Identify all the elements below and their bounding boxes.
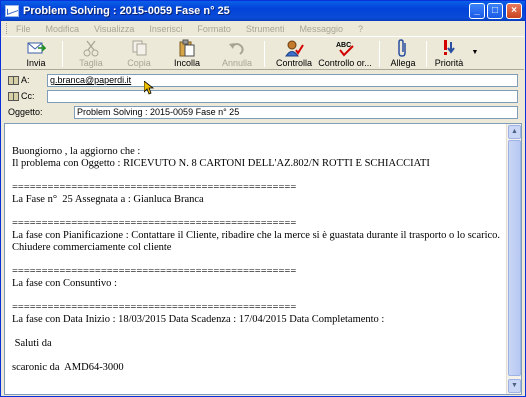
body-line: La fase con Consuntivo : (12, 278, 117, 289)
menu-messaggio[interactable]: Messaggio (299, 24, 343, 34)
subject-row: Oggetto: Problem Solving : 2015-0059 Fas… (2, 105, 524, 119)
body-line: Il problema con Oggetto : RICEVUTO N. 8 … (12, 158, 430, 169)
menu-inserisci[interactable]: Inserisci (149, 24, 182, 34)
send-icon (26, 39, 47, 57)
address-book-icon (8, 91, 19, 101)
minimize-button[interactable]: _ (469, 3, 485, 19)
scroll-thumb[interactable] (508, 140, 521, 376)
body-line (12, 170, 502, 182)
body-line: ========================================… (12, 182, 297, 193)
body-line (12, 326, 502, 338)
paste-button[interactable]: Incolla (170, 39, 204, 69)
priority-dropdown[interactable]: ▼ (470, 39, 480, 69)
subject-field[interactable]: Problem Solving : 2015-0059 Fase n° 25 (74, 106, 518, 119)
cut-button[interactable]: Taglia (74, 39, 108, 69)
cc-row: Cc: (2, 89, 524, 103)
mail-icon (5, 5, 19, 17)
body-line: ========================================… (12, 266, 297, 277)
to-label[interactable]: A: (8, 75, 30, 85)
maximize-button[interactable]: □ (487, 3, 503, 19)
priority-button[interactable]: Priorità (432, 39, 466, 69)
body-line: La Fase n° 25 Assegnata a : Gianluca Bra… (12, 194, 204, 205)
message-body[interactable]: Buongiorno , la aggiorno che : Il problem… (4, 123, 522, 395)
body-line (12, 290, 502, 302)
vertical-scrollbar[interactable]: ▲ ▼ (506, 124, 521, 394)
to-field[interactable]: g.branca@paperdi.it (47, 74, 518, 87)
menu-formato[interactable]: Formato (197, 24, 231, 34)
copy-icon (129, 39, 149, 57)
compose-window: Problem Solving : 2015-0059 Fase n° 25 _… (0, 0, 526, 397)
menu-bar: File Modifica Visualizza Inserisci Forma… (2, 21, 524, 36)
to-row: A: g.branca@paperdi.it (2, 73, 524, 87)
menu-help[interactable]: ? (358, 24, 363, 34)
send-button[interactable]: Invia (16, 39, 56, 69)
body-line: ========================================… (12, 218, 297, 229)
menu-modifica[interactable]: Modifica (46, 24, 80, 34)
menu-visualizza[interactable]: Visualizza (94, 24, 134, 34)
scroll-down-icon[interactable]: ▼ (508, 379, 521, 393)
menu-grip (6, 23, 9, 34)
title-bar[interactable]: Problem Solving : 2015-0059 Fase n° 25 _… (1, 1, 525, 21)
scissors-icon (81, 39, 101, 57)
message-text: Buongiorno , la aggiorno che : Il problem… (12, 146, 502, 374)
scroll-up-icon[interactable]: ▲ (508, 125, 521, 139)
subject-label: Oggetto: (8, 107, 43, 117)
body-line (12, 206, 502, 218)
undo-icon (227, 39, 247, 57)
body-line (12, 350, 502, 362)
cc-field[interactable] (47, 90, 518, 103)
body-line (12, 254, 502, 266)
svg-text:ABC: ABC (336, 42, 351, 49)
priority-icon (439, 39, 459, 57)
close-button[interactable]: × (506, 3, 522, 19)
spelling-button[interactable]: ABC Controllo or... (318, 39, 372, 69)
body-line: scaronic da AMD64-3000 (12, 362, 124, 373)
check-names-button[interactable]: Controlla (274, 39, 314, 69)
paperclip-icon (393, 39, 413, 57)
address-book-icon (8, 75, 19, 85)
menu-file[interactable]: File (16, 24, 31, 34)
undo-button[interactable]: Annulla (218, 39, 256, 69)
header-fields: A: g.branca@paperdi.it Cc: Oggetto: Prob… (2, 71, 524, 119)
body-line: ========================================… (12, 302, 297, 313)
toolbar: Invia Taglia Copia Incolla Annulla Contr… (2, 36, 524, 70)
window-title: Problem Solving : 2015-0059 Fase n° 25 (23, 5, 230, 17)
menu-strumenti[interactable]: Strumenti (246, 24, 285, 34)
attach-button[interactable]: Allega (386, 39, 420, 69)
body-line: Saluti da (12, 338, 52, 349)
paste-icon (177, 39, 197, 57)
cc-label[interactable]: Cc: (8, 91, 35, 101)
spelling-icon: ABC (335, 39, 355, 57)
body-line: La fase con Data Inizio : 18/03/2015 Dat… (12, 314, 385, 325)
body-line: Buongiorno , la aggiorno che : (12, 146, 141, 157)
copy-button[interactable]: Copia (122, 39, 156, 69)
chevron-down-icon: ▼ (471, 49, 479, 56)
check-names-icon (284, 39, 304, 57)
mouse-cursor-icon (144, 81, 154, 95)
body-line: La fase con Pianificazione : Contattare … (12, 230, 503, 253)
